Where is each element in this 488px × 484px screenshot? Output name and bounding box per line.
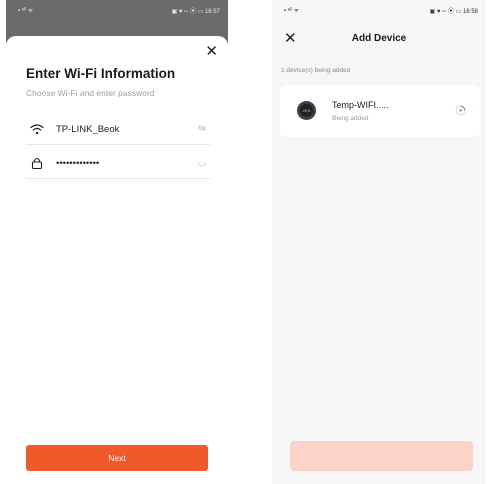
page-title: Enter Wi-Fi Information	[26, 66, 176, 81]
switch-network-icon[interactable]: ⇋	[196, 123, 208, 135]
add-device-screen: ▪ ᵃˡˡ ᯤ ▣ ♥ ▫▫ ⦿ ▭ 16:58 ✕ Add Device 1 …	[272, 0, 486, 484]
show-password-icon[interactable]: ◡	[196, 157, 208, 169]
thermostat-icon: 20.5	[297, 101, 316, 120]
wifi-ssid-value: TP-LINK_Beok	[56, 124, 120, 135]
loading-spinner-icon	[455, 105, 466, 116]
device-card[interactable]: 20.5 Temp-WIFI..... Being added	[280, 85, 480, 137]
close-icon[interactable]: ✕	[205, 44, 218, 59]
status-bar-right: ▣ ♥ ▫▫ ⦿ ▭ 16:58	[429, 9, 478, 15]
page-subtitle: Choose Wi-Fi and enter password	[26, 88, 155, 98]
lock-icon	[31, 157, 43, 169]
wifi-icon	[30, 124, 44, 135]
status-bar: ▪ ᵃˡˡ ᯤ ▣ ♥ ▫▫ ⦿ ▭ 16:58	[272, 0, 486, 20]
next-button[interactable]: Next	[26, 445, 208, 471]
status-bar-right: ▣ ♥ ▫▫ ⦿ ▭ 16:57	[171, 9, 220, 15]
wifi-bottom-sheet: ✕ Enter Wi-Fi Information Choose Wi-Fi a…	[6, 36, 228, 484]
wifi-password-value: •••••••••••••	[56, 158, 100, 169]
status-bar-left: ▪ ᵃˡˡ ᯤ	[284, 8, 300, 14]
done-button	[290, 441, 473, 471]
device-count-text: 1 device(s) being added	[281, 67, 351, 74]
page-title: Add Device	[351, 33, 407, 44]
thermostat-display: 20.5	[300, 104, 313, 117]
status-bar-left: ▪ ᵃˡˡ ᯤ	[18, 8, 34, 14]
wifi-password-field[interactable]: ••••••••••••• ◡	[26, 148, 210, 179]
enter-wifi-screen: ▪ ᵃˡˡ ᯤ ▣ ♥ ▫▫ ⦿ ▭ 16:57 ✕ Enter Wi-Fi I…	[6, 0, 228, 484]
status-bar: ▪ ᵃˡˡ ᯤ ▣ ♥ ▫▫ ⦿ ▭ 16:57	[6, 0, 228, 20]
wifi-ssid-field[interactable]: TP-LINK_Beok ⇋	[26, 114, 210, 145]
device-name: Temp-WIFI.....	[332, 100, 389, 110]
device-status: Being added	[332, 115, 369, 122]
